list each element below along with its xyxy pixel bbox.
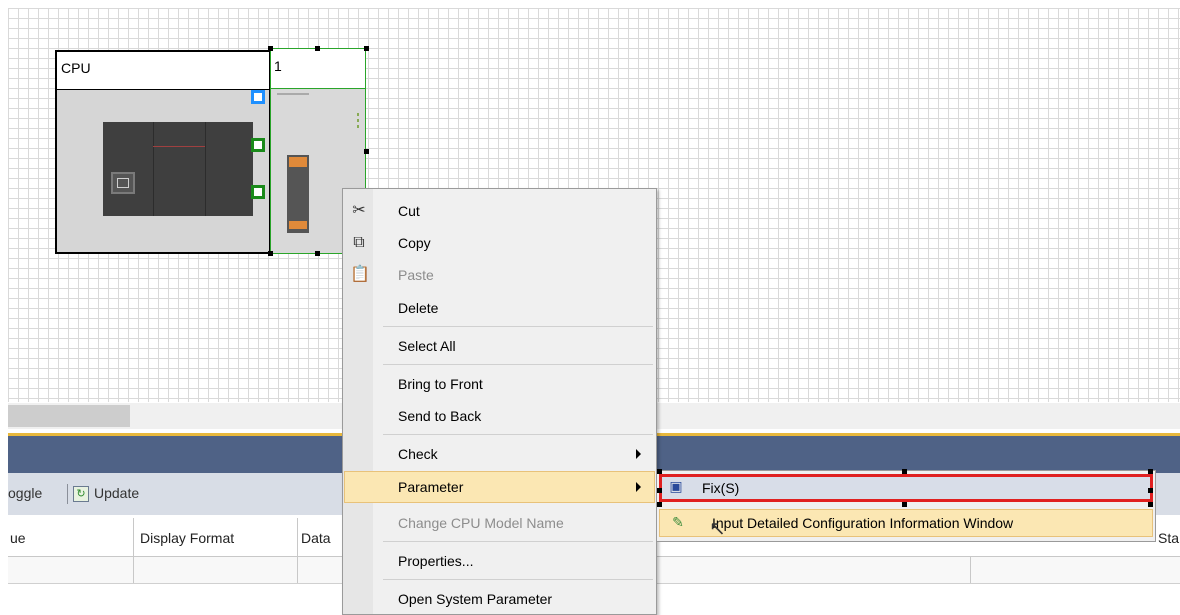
toolbar-separator — [67, 484, 68, 504]
cpu-module-divider — [153, 122, 154, 216]
selection-handle — [657, 502, 662, 507]
update-button[interactable]: Update — [94, 485, 139, 501]
menu-separator — [383, 326, 653, 327]
scissors-icon: ✂ — [352, 202, 366, 219]
io-module-terminal-top — [289, 157, 307, 167]
submenu-item-fix[interactable]: ▣ Fix(S) — [659, 474, 1153, 502]
cpu-module[interactable]: CPU — [55, 50, 271, 254]
submenu-arrow-icon — [636, 482, 641, 492]
column-header-display-format[interactable]: Display Format — [140, 530, 234, 546]
selection-handle — [902, 469, 907, 474]
selection-handle — [902, 502, 907, 507]
column-header-value[interactable]: ue — [10, 530, 26, 546]
selection-handle[interactable] — [315, 46, 320, 51]
edit-window-icon: ✎ — [672, 514, 684, 530]
menu-separator — [383, 434, 653, 435]
menu-item-copy[interactable]: ⧉ Copy — [344, 227, 655, 259]
cpu-connector-green[interactable] — [251, 138, 265, 152]
menu-item-change-cpu-model-name[interactable]: Change CPU Model Name — [344, 507, 655, 539]
io-module-led — [357, 113, 359, 116]
fix-parameter-icon: ▣ — [669, 478, 683, 494]
io-module-led — [357, 119, 359, 122]
submenu-arrow-icon — [636, 449, 641, 459]
context-menu: ✂ Cut ⧉ Copy 📋 Paste Delete Select All B… — [342, 188, 657, 615]
mouse-cursor-icon: ↖ — [709, 518, 726, 540]
menu-item-bring-to-front[interactable]: Bring to Front — [344, 368, 655, 400]
selection-handle — [1148, 502, 1153, 507]
selection-handle[interactable] — [315, 251, 320, 256]
menu-separator — [383, 541, 653, 542]
selection-handle[interactable] — [364, 46, 369, 51]
cpu-module-body — [103, 122, 253, 216]
ethernet-port-icon — [111, 172, 135, 194]
column-header-status[interactable]: Sta — [1158, 530, 1179, 546]
menu-item-properties[interactable]: Properties... — [344, 545, 655, 577]
cpu-connector-blue[interactable] — [251, 90, 265, 104]
selection-handle[interactable] — [364, 149, 369, 154]
io-module-led — [357, 125, 359, 128]
selection-handle[interactable] — [268, 251, 273, 256]
menu-item-parameter[interactable]: Parameter — [344, 471, 655, 503]
selection-handle — [657, 488, 662, 493]
menu-item-open-system-parameter[interactable]: Open System Parameter — [344, 583, 655, 615]
menu-item-paste[interactable]: 📋 Paste — [344, 259, 655, 291]
selection-handle[interactable] — [268, 46, 273, 51]
horizontal-scrollbar-thumb[interactable] — [8, 405, 130, 427]
menu-item-delete[interactable]: Delete — [344, 292, 655, 324]
io-module-stripe — [277, 93, 309, 95]
menu-item-send-to-back[interactable]: Send to Back — [344, 400, 655, 432]
paste-icon: 📋 — [350, 266, 370, 283]
menu-item-check[interactable]: Check — [344, 438, 655, 470]
column-header-data[interactable]: Data — [301, 530, 331, 546]
menu-item-cut[interactable]: ✂ Cut — [344, 195, 655, 227]
column-divider — [970, 557, 971, 583]
cpu-module-divider — [205, 122, 206, 216]
menu-separator — [383, 579, 653, 580]
cpu-connector-green[interactable] — [251, 185, 265, 199]
submenu-item-input-detailed-configuration[interactable]: ✎ Input Detailed Configuration Informati… — [659, 509, 1153, 537]
toggle-button-label[interactable]: oggle — [8, 485, 42, 501]
cpu-module-led-line — [153, 146, 205, 147]
selection-handle — [657, 469, 662, 474]
io-module-terminal-bottom — [289, 221, 307, 229]
column-divider — [297, 518, 298, 583]
selection-handle — [1148, 469, 1153, 474]
refresh-icon[interactable]: ↻ — [73, 486, 89, 502]
cpu-module-label: CPU — [57, 52, 269, 90]
menu-item-select-all[interactable]: Select All — [344, 330, 655, 362]
menu-separator — [383, 364, 653, 365]
column-divider — [133, 518, 134, 583]
copy-icon: ⧉ — [353, 234, 365, 251]
io-module-label: 1 — [271, 49, 365, 89]
selection-handle — [1148, 488, 1153, 493]
